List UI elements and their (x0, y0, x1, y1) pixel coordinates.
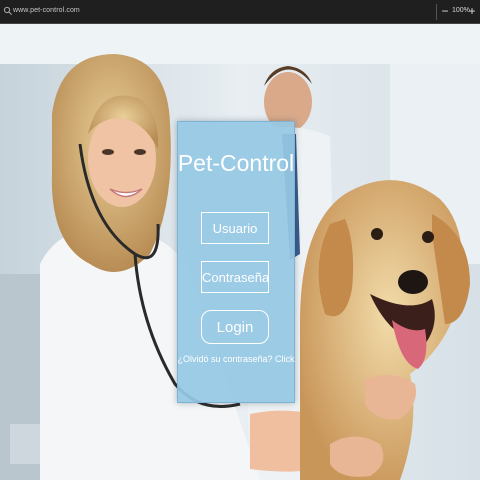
search-icon (3, 6, 12, 15)
zoom-in-button[interactable]: + (467, 4, 477, 18)
zoom-out-button[interactable]: − (440, 4, 450, 18)
forgot-password-link[interactable]: ¿Olvidó su contraseña? Click (177, 354, 295, 364)
browser-address-bar: www.pet-control.com − 100% + (0, 0, 480, 24)
login-button[interactable]: Login (201, 310, 269, 344)
toolbar-divider (436, 4, 437, 20)
app-title: Pet-Control (177, 150, 295, 176)
username-field[interactable] (201, 212, 269, 244)
address-bar-url[interactable]: www.pet-control.com (13, 7, 80, 14)
password-field[interactable] (201, 261, 269, 293)
